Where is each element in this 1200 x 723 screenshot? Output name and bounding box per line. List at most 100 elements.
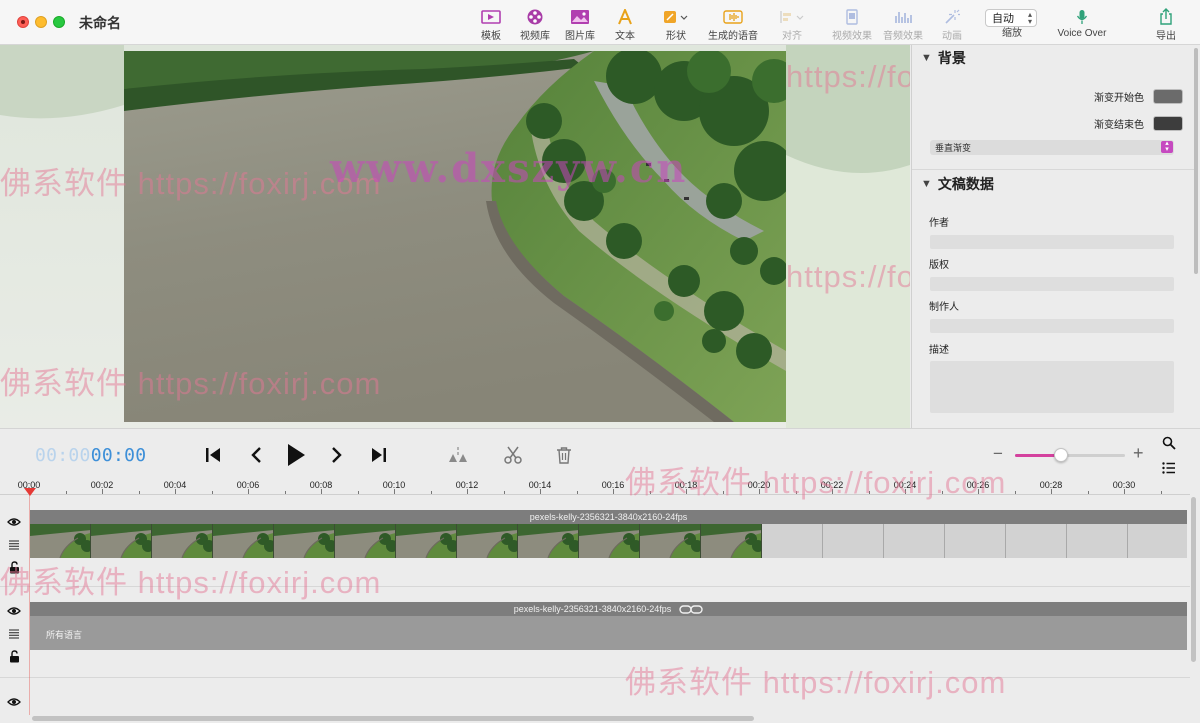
link-icon: [679, 604, 703, 614]
toolbar-export-button[interactable]: 导出: [1153, 6, 1179, 42]
toolbar-animation-button[interactable]: 动画: [940, 6, 964, 42]
zoom-in-button[interactable]: +: [1133, 443, 1144, 464]
lock-toggle[interactable]: [9, 556, 20, 579]
title-toolbar: 未命名 模板 视频库 图片库 文本 形状 生成的语音 对齐 视频效果 音频效果 …: [0, 0, 1200, 45]
ruler-tick: [759, 489, 760, 494]
delete-button[interactable]: [554, 444, 574, 466]
gradient-end-row: 渐变结束色: [1094, 116, 1183, 131]
ruler-tick: [138, 491, 140, 494]
toolbar-align-label: 对齐: [782, 31, 802, 42]
drag-handle-icon: [9, 629, 19, 638]
video-thumbnail: [91, 524, 152, 558]
ruler-tick: [1051, 489, 1052, 494]
track-options-toggle[interactable]: [8, 533, 20, 556]
producer-field[interactable]: [930, 319, 1174, 333]
ruler-tick: [795, 491, 797, 494]
cut-button[interactable]: [502, 444, 524, 466]
video-clip-header[interactable]: pexels-kelly-2356321-3840x2160-24fps: [30, 510, 1187, 524]
timeline-zoom-thumb[interactable]: [1054, 448, 1069, 462]
toolbar-video-library-button[interactable]: 视频库: [519, 6, 551, 42]
gradient-start-color-well[interactable]: [1153, 89, 1183, 104]
unlock-icon: [9, 561, 19, 574]
toolbar-text-button[interactable]: 文本: [613, 6, 637, 42]
search-button[interactable]: [1161, 435, 1177, 451]
toolbar-zoom-label: 缩放: [1002, 28, 1022, 39]
timeline-ruler[interactable]: 00:00 00:02 00:04 00:06 00:08 00:10 00:12 00:14…: [0, 480, 1190, 495]
play-icon: [288, 444, 305, 466]
close-window-button[interactable]: [17, 16, 29, 28]
ruler-tick: [394, 489, 395, 494]
list-view-button[interactable]: [1161, 460, 1177, 476]
ruler-tick: [175, 489, 176, 494]
playhead-marker[interactable]: [24, 488, 36, 496]
track-options-toggle[interactable]: [8, 622, 20, 645]
visibility-toggle[interactable]: [7, 510, 21, 533]
toolbar-video-effects-button[interactable]: 视频效果: [832, 6, 872, 42]
ruler-tick: [941, 491, 943, 494]
export-icon: [1159, 6, 1173, 27]
toolbar-audio-effects-button[interactable]: 音频效果: [883, 6, 923, 42]
playhead-line: [29, 495, 30, 715]
ruler-tick: [868, 491, 870, 494]
timeline-horizontal-scrollbar[interactable]: [32, 716, 754, 721]
video-preview-area[interactable]: 佛系软件 https://foxirj.com 佛系软件 https://fox…: [0, 45, 910, 428]
timeline-tracks: pexels-kelly-2356321-3840x2160-24fps pex…: [0, 496, 1190, 714]
go-to-end-button[interactable]: [370, 445, 388, 465]
lock-toggle[interactable]: [9, 645, 20, 668]
toolbar-voice-over-button[interactable]: Voice Over: [1054, 6, 1110, 42]
zoom-out-button[interactable]: −: [993, 444, 1003, 464]
zoom-window-button[interactable]: [53, 16, 65, 28]
next-frame-button[interactable]: [328, 445, 346, 465]
toolbar-image-library-button[interactable]: 图片库: [564, 6, 596, 42]
chevron-left-icon: [251, 447, 261, 463]
toolbar-generated-speech-button[interactable]: 生成的语音: [706, 6, 760, 42]
author-field[interactable]: [930, 235, 1174, 249]
disclosure-triangle-icon: ▼: [921, 178, 932, 190]
video-thumbnail: [274, 524, 335, 558]
minimize-window-button[interactable]: [35, 16, 47, 28]
background-section-header[interactable]: ▼ 背景: [912, 45, 1194, 71]
go-to-start-button[interactable]: [204, 445, 222, 465]
visibility-toggle[interactable]: [7, 599, 21, 622]
empty-thumbnail-slot: [884, 524, 945, 558]
gradient-end-color-well[interactable]: [1153, 116, 1183, 131]
toolbar-animation-label: 动画: [942, 31, 962, 42]
timecode-dim: 00:00: [35, 445, 91, 466]
toolbar-align-button[interactable]: 对齐: [777, 6, 807, 42]
scissors-icon: [504, 446, 522, 464]
video-track-controls: [4, 510, 24, 579]
ruler-tick: [1160, 491, 1162, 494]
empty-thumbnail-slot: [762, 524, 823, 558]
toolbar-template-button[interactable]: 模板: [478, 6, 504, 42]
document-section-header[interactable]: ▼ 文稿数据: [912, 171, 1194, 197]
timeline-vertical-scrollbar[interactable]: [1191, 497, 1196, 662]
audio-track-controls: [4, 599, 24, 668]
stepper-arrows-icon: ▴ ▾: [1027, 10, 1032, 26]
audio-clip-header[interactable]: pexels-kelly-2356321-3840x2160-24fps: [30, 602, 1187, 616]
transport-bar: 00:0000:00 − +: [0, 428, 1200, 480]
skip-to-end-icon: [372, 448, 386, 462]
ruler-tick: [576, 491, 578, 494]
ruler-tick: [686, 489, 687, 494]
align-icon: [779, 6, 805, 27]
toolbar-template-label: 模板: [481, 31, 501, 42]
section-divider: [912, 169, 1194, 170]
ruler-tick: [321, 489, 322, 494]
play-button[interactable]: [284, 442, 308, 468]
visibility-toggle[interactable]: [7, 690, 21, 713]
copyright-label: 版权: [929, 260, 949, 271]
copyright-field[interactable]: [930, 277, 1174, 291]
previous-frame-button[interactable]: [247, 445, 265, 465]
gradient-mode-select[interactable]: 垂直渐变 ▴ ▾: [930, 140, 1174, 155]
description-field[interactable]: [930, 361, 1174, 413]
audio-clip-body[interactable]: 所有语言: [30, 616, 1187, 650]
split-markers-button[interactable]: [447, 446, 469, 464]
video-clip-thumbnails[interactable]: [30, 524, 1187, 558]
inspector-scrollbar[interactable]: [1194, 48, 1198, 274]
toolbar-shape-button[interactable]: 形状: [661, 6, 691, 42]
ruler-tick: [284, 491, 286, 494]
watermark-site-text: www.dxszyw.cn: [330, 145, 688, 192]
shape-icon: [663, 6, 689, 27]
timeline-zoom-slider[interactable]: [1015, 448, 1125, 462]
toolbar-video-library-label: 视频库: [520, 31, 550, 42]
